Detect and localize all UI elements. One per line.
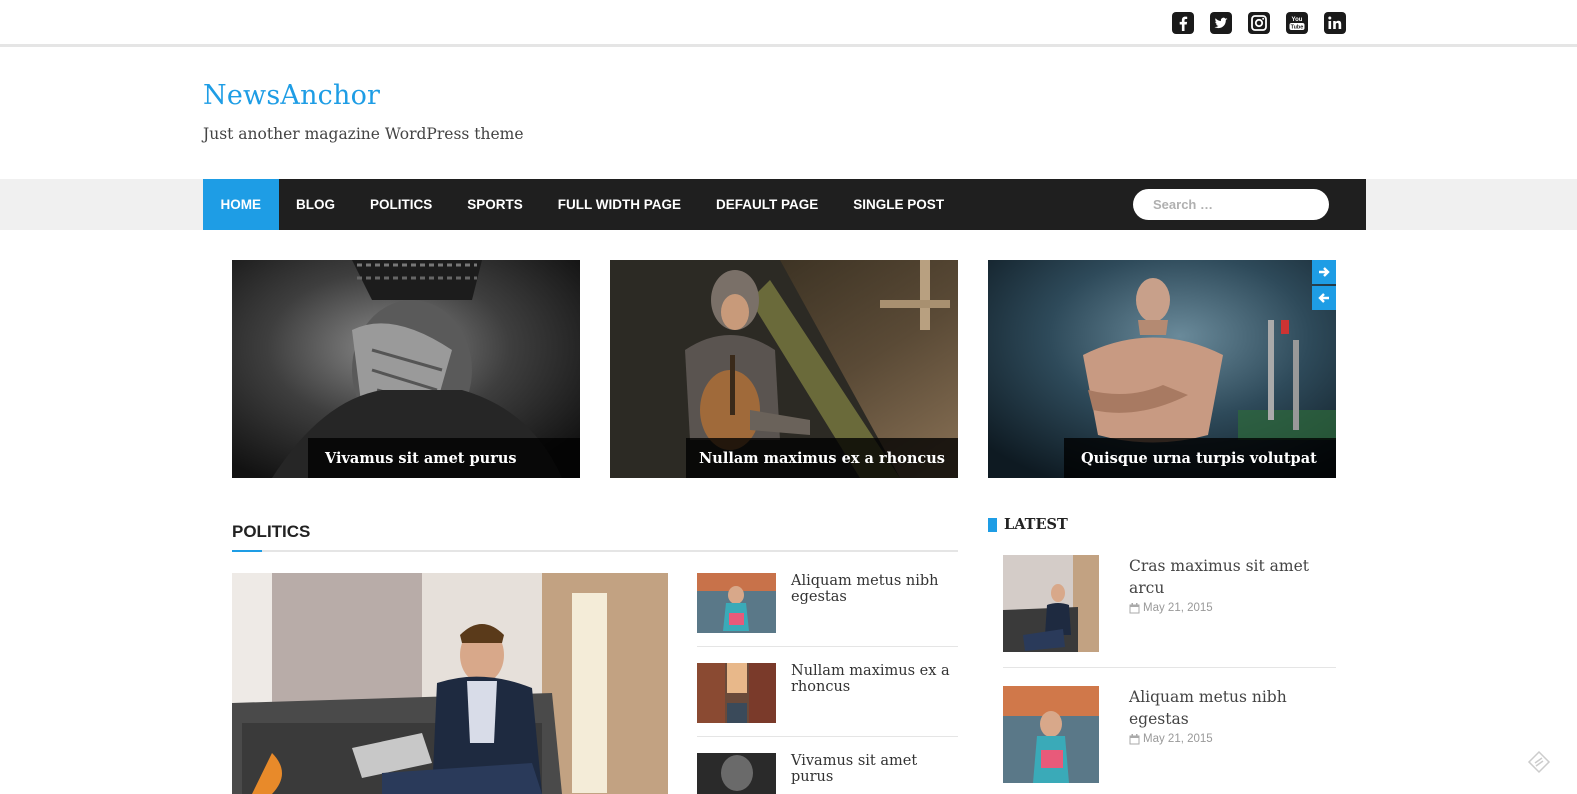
slider-next-button[interactable] xyxy=(1312,260,1336,284)
calendar-icon xyxy=(1129,733,1140,744)
latest-item-thumbnail[interactable] xyxy=(1003,555,1099,652)
section-divider xyxy=(232,550,958,552)
facebook-icon[interactable] xyxy=(1171,11,1195,35)
instagram-icon[interactable] xyxy=(1247,11,1271,35)
twitter-icon[interactable] xyxy=(1209,11,1233,35)
latest-item-date: May 21, 2015 xyxy=(1129,733,1213,745)
politics-featured-image[interactable] xyxy=(232,573,668,794)
latest-item-date: May 21, 2015 xyxy=(1129,602,1213,614)
nav-item-blog[interactable]: BLOG xyxy=(279,179,353,230)
navigation-bar: HOME BLOG POLITICS SPORTS FULL WIDTH PAG… xyxy=(0,179,1577,230)
title-accent-bar xyxy=(988,517,997,532)
nav-item-home[interactable]: HOME xyxy=(203,179,279,230)
nav-item-politics[interactable]: POLITICS xyxy=(353,179,450,230)
main-menu: HOME BLOG POLITICS SPORTS FULL WIDTH PAG… xyxy=(203,179,1366,230)
svg-text:Tube: Tube xyxy=(1291,25,1304,31)
slide-3[interactable]: Quisque urna turpis volutpat xyxy=(988,260,1336,478)
slide-2-caption[interactable]: Nullam maximus ex a rhoncus xyxy=(686,438,958,478)
slide-3-caption[interactable]: Quisque urna turpis volutpat xyxy=(1064,438,1336,478)
list-divider xyxy=(697,736,958,737)
latest-item-thumbnail[interactable] xyxy=(1003,686,1099,783)
politics-item-thumbnail[interactable] xyxy=(697,753,776,794)
section-divider-accent xyxy=(232,550,262,552)
politics-item-thumbnail[interactable] xyxy=(697,573,776,633)
nav-item-default-page[interactable]: DEFAULT PAGE xyxy=(699,179,836,230)
svg-text:You: You xyxy=(1292,17,1303,23)
nav-item-sports[interactable]: SPORTS xyxy=(450,179,541,230)
slide-1-caption[interactable]: Vivamus sit amet purus xyxy=(308,438,580,478)
latest-widget-title: LATEST xyxy=(988,516,1068,533)
politics-item-title[interactable]: Aliquam metus nibh egestas xyxy=(791,573,958,605)
nav-item-full-width-page[interactable]: FULL WIDTH PAGE xyxy=(540,179,698,230)
scroll-to-top-icon[interactable] xyxy=(1527,750,1551,774)
politics-item-thumbnail[interactable] xyxy=(697,663,776,723)
slide-1[interactable]: Vivamus sit amet purus xyxy=(232,260,580,478)
latest-item-title[interactable]: Cras maximus sit amet arcu xyxy=(1129,555,1329,599)
latest-title: LATEST xyxy=(1004,516,1068,533)
arrow-left-icon xyxy=(1318,293,1329,303)
social-links: You Tube xyxy=(1171,11,1347,35)
arrow-right-icon xyxy=(1319,267,1330,277)
politics-item-title[interactable]: Vivamus sit amet purus xyxy=(791,753,958,785)
politics-section-title[interactable]: POLITICS xyxy=(232,522,310,542)
search-input[interactable] xyxy=(1133,189,1329,220)
youtube-icon[interactable]: You Tube xyxy=(1285,11,1309,35)
list-divider xyxy=(697,646,958,647)
linkedin-icon[interactable] xyxy=(1323,11,1347,35)
slide-2[interactable]: Nullam maximus ex a rhoncus xyxy=(610,260,958,478)
latest-item-title[interactable]: Aliquam metus nibh egestas xyxy=(1129,686,1329,730)
slider-prev-button[interactable] xyxy=(1312,286,1336,310)
politics-item-title[interactable]: Nullam maximus ex a rhoncus xyxy=(791,663,958,695)
top-bar: You Tube xyxy=(0,0,1577,47)
list-divider xyxy=(1003,667,1336,668)
site-title[interactable]: NewsAnchor xyxy=(203,80,380,111)
site-description: Just another magazine WordPress theme xyxy=(203,125,524,143)
nav-item-single-post[interactable]: SINGLE POST xyxy=(836,179,962,230)
calendar-icon xyxy=(1129,602,1140,613)
